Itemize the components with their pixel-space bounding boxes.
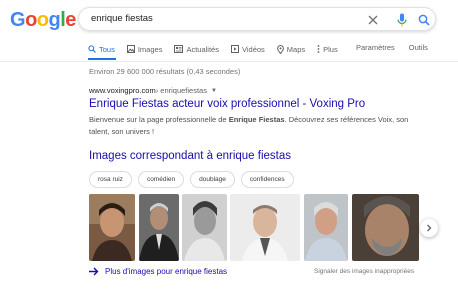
map-pin-icon xyxy=(276,44,284,54)
tab-label: Maps xyxy=(286,44,306,54)
arrow-right-icon xyxy=(89,267,99,276)
result-domain: www.voxingpro.com xyxy=(89,86,156,95)
search-result: www.voxingpro.com › enriquefiestas ▼ Enr… xyxy=(89,86,419,138)
image-thumbnail[interactable] xyxy=(352,194,419,261)
logo-letter: o xyxy=(36,9,49,31)
logo-letter: e xyxy=(65,9,76,31)
search-box[interactable]: enrique fiestas xyxy=(78,7,436,31)
image-thumbnail[interactable] xyxy=(89,194,135,261)
tab-label: Tous xyxy=(99,44,115,54)
active-tab-indicator xyxy=(88,58,116,60)
logo-letter: g xyxy=(48,9,61,31)
tools-bar: Paramètres Outils xyxy=(356,43,442,52)
caret-down-icon[interactable]: ▼ xyxy=(211,88,217,94)
chip-comedien[interactable]: comédien xyxy=(137,171,185,188)
image-icon xyxy=(126,45,135,53)
images-heading-link[interactable]: Images correspondant à enrique fiestas xyxy=(89,150,291,162)
tab-videos[interactable]: Vidéos xyxy=(230,43,265,55)
chip-doublage[interactable]: doublage xyxy=(190,171,235,188)
image-thumbnail[interactable] xyxy=(182,194,227,261)
report-images-link[interactable]: Signaler des images inappropriées xyxy=(314,268,414,275)
result-breadcrumb: › enriquefiestas xyxy=(155,86,207,95)
tools-link[interactable]: Outils xyxy=(409,43,428,52)
result-title-link[interactable]: Enrique Fiestas acteur voix professionne… xyxy=(89,98,419,110)
chevron-right-icon xyxy=(427,224,432,232)
image-thumbnail[interactable] xyxy=(139,194,179,261)
image-thumbnail[interactable] xyxy=(304,194,348,261)
next-images-button[interactable] xyxy=(420,219,438,237)
more-images-label: Plus d'images pour enrique fiestas xyxy=(105,267,228,276)
news-icon xyxy=(174,45,184,53)
image-thumbnail[interactable] xyxy=(230,194,300,261)
snippet-text: Bienvenue sur la page professionnelle de xyxy=(89,115,229,124)
chip-confidences[interactable]: confidences xyxy=(240,171,294,188)
search-icon[interactable] xyxy=(416,12,432,28)
result-snippet: Bienvenue sur la page professionnelle de… xyxy=(89,114,419,138)
settings-link[interactable]: Paramètres xyxy=(356,43,395,52)
chip-rosa-ruiz[interactable]: rosa ruiz xyxy=(89,171,132,188)
tab-label: Plus xyxy=(323,44,338,54)
tab-label: Actualités xyxy=(186,44,219,54)
more-images-link[interactable]: Plus d'images pour enrique fiestas xyxy=(89,267,227,276)
mic-icon[interactable] xyxy=(394,12,410,28)
more-vert-icon xyxy=(317,45,320,53)
clear-icon[interactable] xyxy=(365,12,381,28)
search-tabs: Tous Images Actualités Vidéos Maps Plus xyxy=(88,43,350,55)
tab-maps[interactable]: Maps xyxy=(276,43,306,55)
snippet-bold: Enrique Fiestas xyxy=(228,115,285,124)
video-icon xyxy=(230,45,239,53)
google-logo[interactable]: Google xyxy=(10,9,76,32)
result-url[interactable]: www.voxingpro.com › enriquefiestas ▼ xyxy=(89,86,419,95)
header-divider xyxy=(0,61,458,62)
tab-images[interactable]: Images xyxy=(126,43,163,55)
tab-more[interactable]: Plus xyxy=(317,43,338,55)
search-icon xyxy=(88,45,96,53)
search-input[interactable]: enrique fiestas xyxy=(91,13,153,24)
image-chips: rosa ruiz comédien doublage confidences xyxy=(89,171,300,188)
result-stats: Environ 29 600 000 résultats (0,43 secon… xyxy=(89,67,241,76)
tab-all[interactable]: Tous xyxy=(88,43,115,55)
logo-letter: G xyxy=(10,9,26,31)
tab-label: Images xyxy=(137,44,163,54)
logo-letter: o xyxy=(25,9,37,31)
tab-news[interactable]: Actualités xyxy=(174,43,219,55)
tab-label: Vidéos xyxy=(241,44,265,54)
